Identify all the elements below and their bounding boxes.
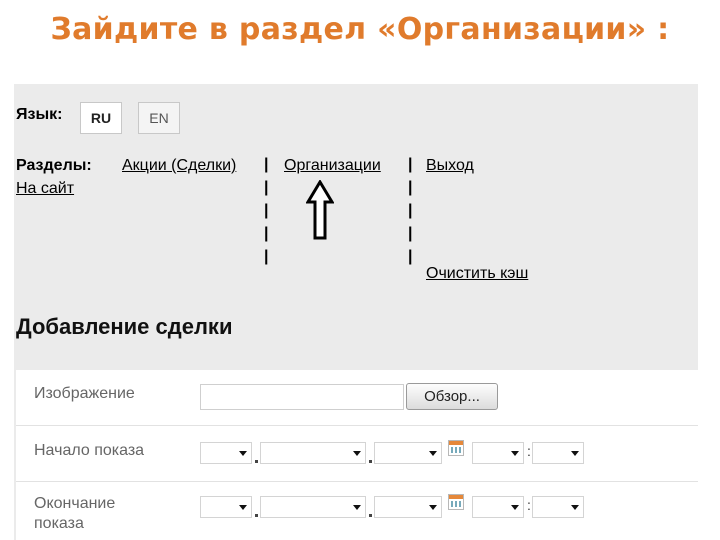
nav-separator: | [408, 248, 413, 265]
nav-link-exit[interactable]: Выход [426, 157, 474, 175]
form-row-start: Начало показа : [16, 426, 698, 482]
add-deal-form: Изображение Обзор... Начало показа : Око… [16, 370, 698, 540]
nav-separator: | [264, 248, 269, 265]
slide-title: Зайдите в раздел «Организации» : [50, 12, 670, 47]
end-day-select[interactable] [200, 496, 252, 518]
nav-separator: | [264, 179, 269, 196]
start-hour-select[interactable] [472, 442, 524, 464]
date-dot [255, 514, 258, 517]
sections-label: Разделы: [16, 157, 92, 174]
date-dot [255, 460, 258, 463]
start-year-select[interactable] [374, 442, 442, 464]
page-heading: Добавление сделки [16, 314, 233, 339]
chevron-down-icon [353, 505, 361, 510]
nav-link-clear-cache[interactable]: Очистить кэш [426, 265, 528, 283]
chevron-down-icon [429, 505, 437, 510]
nav-separator: | [264, 156, 269, 173]
nav-separator: | [264, 225, 269, 242]
chevron-down-icon [511, 505, 519, 510]
end-hour-select[interactable] [472, 496, 524, 518]
calendar-icon[interactable] [448, 494, 464, 510]
lang-en-button[interactable]: EN [138, 102, 180, 134]
browse-button[interactable]: Обзор... [406, 383, 498, 410]
form-row-end: Окончание показа : [16, 482, 698, 540]
nav-separator: | [408, 202, 413, 219]
form-row-image: Изображение Обзор... [16, 370, 698, 426]
chevron-down-icon [239, 451, 247, 456]
arrow-up-icon [306, 180, 334, 240]
chevron-down-icon [353, 451, 361, 456]
time-colon: : [527, 443, 531, 459]
nav-separator: | [264, 202, 269, 219]
nav-link-organizations[interactable]: Организации [284, 157, 381, 175]
image-label: Изображение [34, 385, 135, 402]
date-dot [369, 514, 372, 517]
end-year-select[interactable] [374, 496, 442, 518]
screenshot-panel: Язык: RU EN Разделы: Акции (Сделки) Орга… [14, 84, 698, 540]
chevron-down-icon [571, 505, 579, 510]
chevron-down-icon [429, 451, 437, 456]
chevron-down-icon [571, 451, 579, 456]
start-day-select[interactable] [200, 442, 252, 464]
language-label: Язык: [16, 106, 63, 123]
nav-link-site[interactable]: На сайт [16, 180, 74, 198]
lang-ru-button[interactable]: RU [80, 102, 122, 134]
date-dot [369, 460, 372, 463]
start-month-select[interactable] [260, 442, 366, 464]
nav-separator: | [408, 156, 413, 173]
language-row: Язык: [16, 104, 62, 138]
chevron-down-icon [511, 451, 519, 456]
end-label: Окончание показа [34, 495, 116, 532]
start-minute-select[interactable] [532, 442, 584, 464]
image-file-input[interactable] [200, 384, 404, 410]
calendar-icon[interactable] [448, 440, 464, 456]
chevron-down-icon [239, 505, 247, 510]
end-minute-select[interactable] [532, 496, 584, 518]
end-month-select[interactable] [260, 496, 366, 518]
start-label: Начало показа [34, 442, 145, 459]
nav-separator: | [408, 179, 413, 196]
nav-link-deals[interactable]: Акции (Сделки) [122, 157, 236, 175]
time-colon: : [527, 497, 531, 513]
nav-separator: | [408, 225, 413, 242]
